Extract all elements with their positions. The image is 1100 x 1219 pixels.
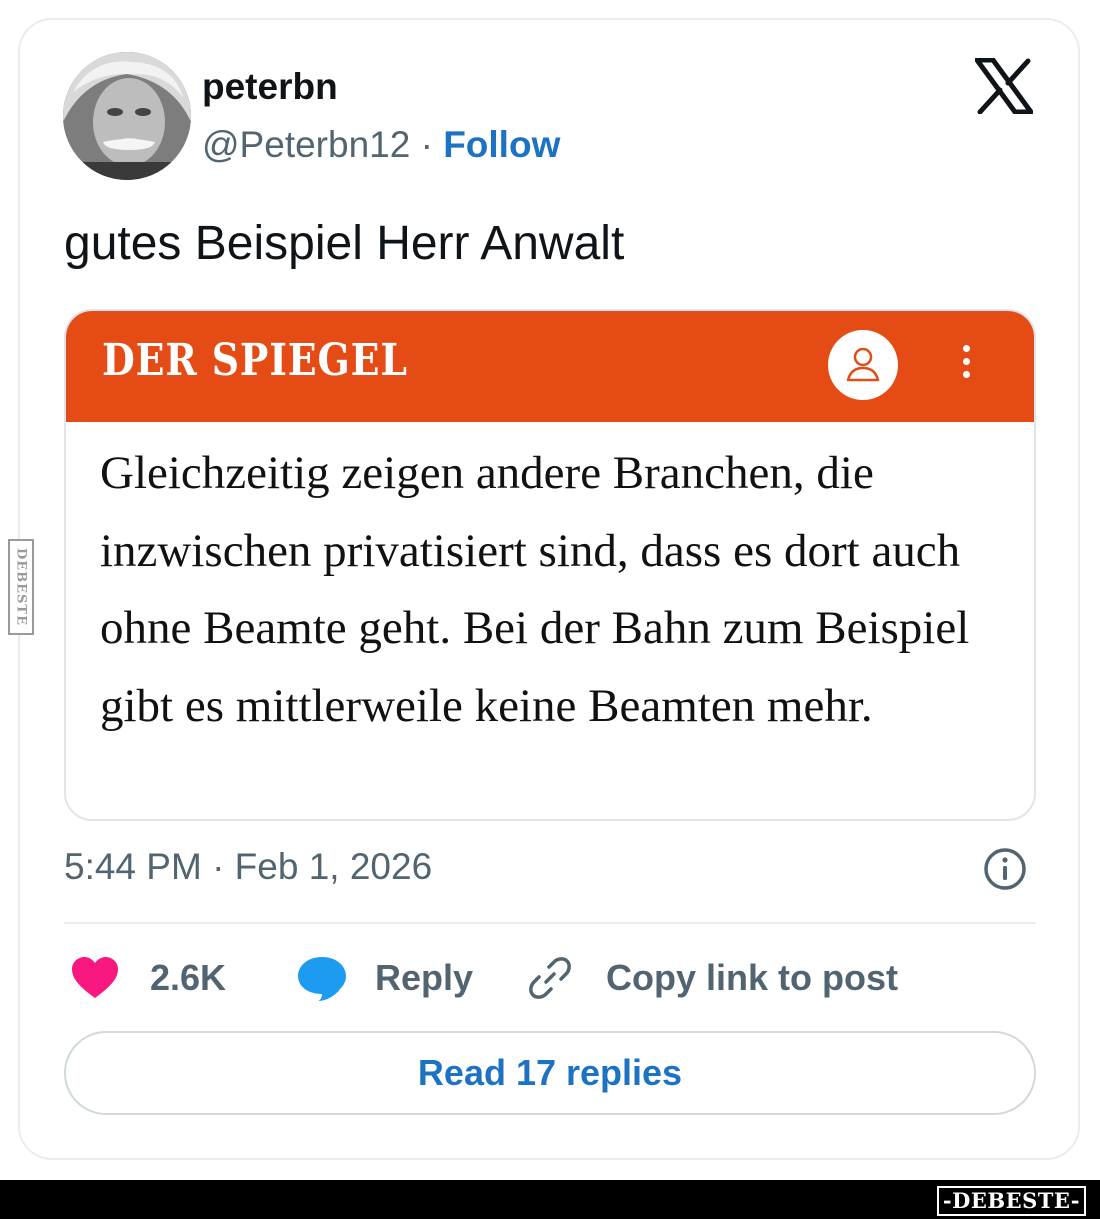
reply-label: Reply xyxy=(375,957,474,998)
watermark-footer: -DEBESTE- xyxy=(936,1186,1086,1216)
avatar-photo xyxy=(63,52,191,180)
watermark-side-text: DEBESTE xyxy=(13,547,29,627)
copy-link-button[interactable]: Copy link to post xyxy=(527,950,898,1006)
account-button[interactable] xyxy=(828,330,898,400)
read-replies-button[interactable]: Read 17 replies xyxy=(64,1031,1036,1115)
tweet-text: gutes Beispiel Herr Anwalt xyxy=(64,217,625,270)
info-icon[interactable] xyxy=(983,847,1027,891)
article-quote: Gleichzeitig zeigen andere Branchen, die… xyxy=(100,447,970,732)
follow-link[interactable]: Follow xyxy=(443,124,560,165)
reply-button[interactable]: Reply xyxy=(296,950,473,1006)
speech-bubble-icon xyxy=(298,957,346,1001)
publication-logo: DER SPIEGEL xyxy=(102,335,408,386)
handle-separator: · xyxy=(420,124,433,165)
copy-link-label: Copy link to post xyxy=(606,957,898,998)
author-avatar[interactable] xyxy=(63,52,191,180)
footer-bar: -DEBESTE- xyxy=(0,1180,1100,1219)
author-handle[interactable]: @Peterbn12 xyxy=(202,124,410,165)
kebab-menu-icon[interactable] xyxy=(954,341,978,391)
user-icon xyxy=(846,347,880,382)
link-icon xyxy=(529,957,571,999)
spiegel-header: DER SPIEGEL xyxy=(66,311,1034,422)
watermark-side: DEBESTE xyxy=(8,539,34,635)
like-count: 2.6K xyxy=(150,957,227,998)
tweet-timestamp[interactable]: 5:44 PM · Feb 1, 2026 xyxy=(64,846,432,888)
x-logo-icon[interactable] xyxy=(974,57,1034,115)
author-display-name[interactable]: peterbn xyxy=(202,66,338,108)
heart-icon xyxy=(72,957,118,998)
author-handle-line: @Peterbn12 · Follow xyxy=(202,124,560,166)
embedded-article[interactable]: DER SPIEGEL Gleichzeitig zeigen andere B… xyxy=(64,309,1036,821)
divider xyxy=(64,922,1036,924)
like-button[interactable]: 2.6K xyxy=(70,950,226,1006)
